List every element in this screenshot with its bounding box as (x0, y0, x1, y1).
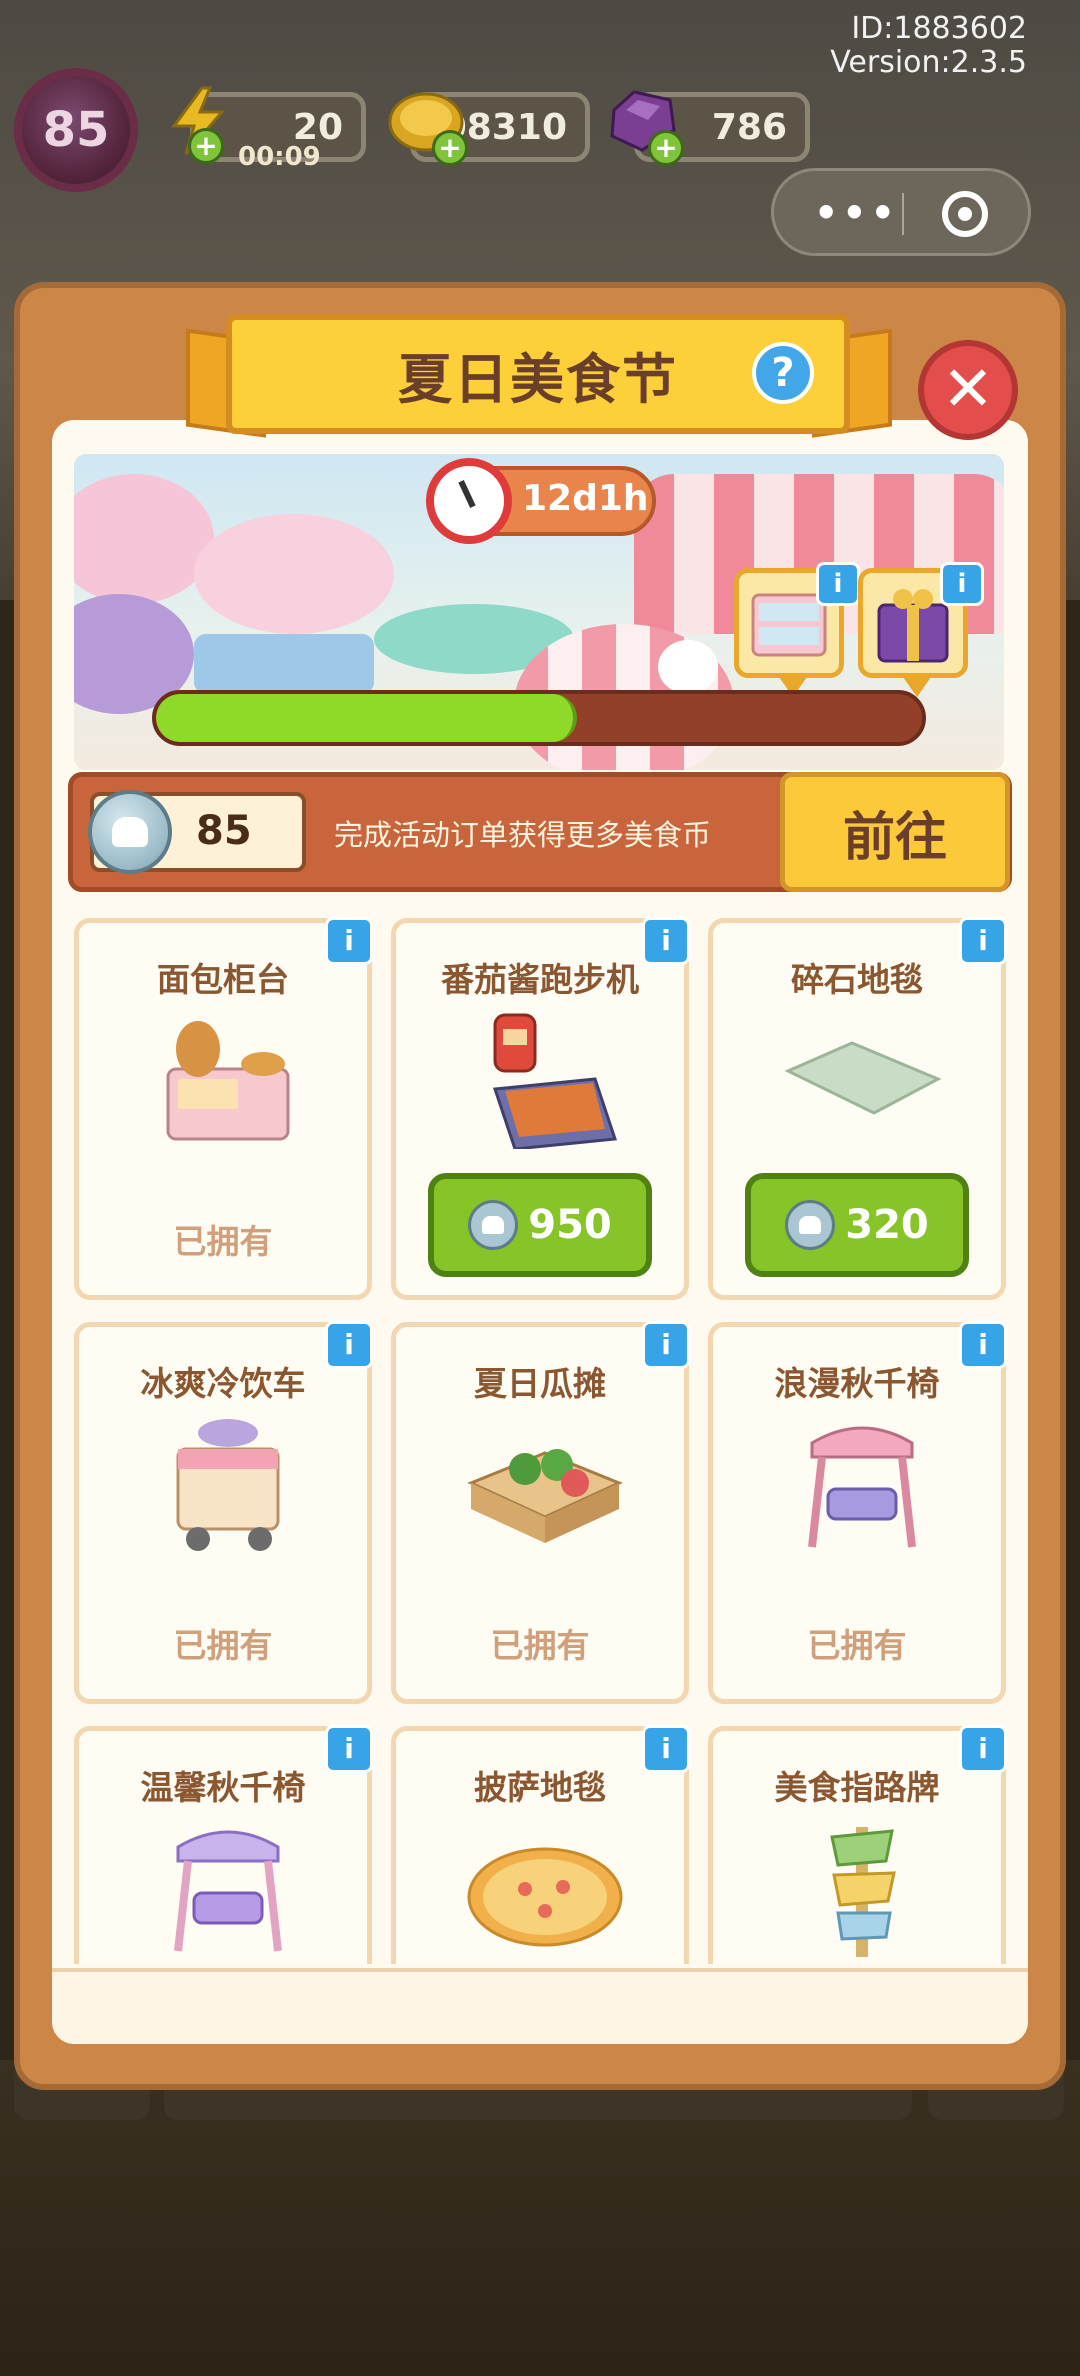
gravel-rug-icon (784, 1041, 942, 1115)
food-coin-hint: 完成活动订单获得更多美食币 (334, 818, 712, 852)
food-coin-icon (785, 1200, 836, 1250)
owned-label: 已拥有 (173, 1626, 273, 1665)
item-card[interactable]: 浪漫秋千椅 已拥有 i (708, 1321, 1007, 1704)
blossom-tree (74, 474, 214, 604)
chef-character (658, 640, 718, 694)
food-coin-icon (88, 790, 172, 874)
item-name: 番茄酱跑步机 (441, 960, 639, 999)
event-time-left: 12d1h (522, 478, 649, 519)
add-energy-button[interactable]: + (188, 128, 224, 164)
reward-info-button[interactable]: i (816, 562, 860, 606)
item-card[interactable]: 夏日瓜摊 已拥有 i (391, 1321, 690, 1704)
bread-counter-icon (166, 1021, 290, 1141)
owned-label: 已拥有 (173, 1222, 273, 1261)
item-name: 浪漫秋千椅 (774, 1364, 940, 1403)
item-name: 冰爽冷饮车 (140, 1364, 306, 1403)
gem-value: 786 (711, 106, 787, 148)
item-price: 320 (845, 1202, 929, 1248)
owned-label: 已拥有 (807, 1626, 907, 1665)
capsule-divider (902, 193, 904, 235)
item-name: 披萨地毯 (474, 1768, 606, 1807)
clock-icon (426, 458, 512, 544)
add-gold-button[interactable]: + (432, 130, 468, 166)
build-info: ID:1883602 Version:2.3.5 (830, 12, 1027, 80)
item-info-button[interactable]: i (959, 917, 1007, 965)
buy-button[interactable]: 320 (745, 1173, 969, 1277)
item-card[interactable]: 面包柜台 已拥有 i (74, 917, 373, 1300)
item-card[interactable]: 冰爽冷饮车 已拥有 i (74, 1321, 373, 1704)
item-info-button[interactable]: i (325, 917, 373, 965)
version-label: Version:2.3.5 (830, 45, 1027, 80)
item-info-button[interactable]: i (642, 1321, 690, 1369)
event-progress-bar (152, 690, 926, 746)
event-progress-fill (156, 694, 578, 742)
item-name: 碎石地毯 (791, 960, 923, 999)
player-level-badge[interactable]: 85 (14, 68, 138, 192)
owned-label: 已拥有 (490, 1626, 590, 1665)
item-card[interactable]: 番茄酱跑步机 950 i (391, 917, 690, 1300)
player-level: 85 (42, 102, 110, 158)
item-grid: 面包柜台 已拥有 i 番茄酱跑步机 950 i 碎石地毯 320 i 冰爽冷饮车… (60, 904, 1020, 1964)
market-stall (194, 634, 374, 694)
item-price: 950 (528, 1202, 612, 1248)
item-info-button[interactable]: i (959, 1725, 1007, 1773)
item-info-button[interactable]: i (325, 1725, 373, 1773)
food-signpost-icon (830, 1827, 896, 1957)
player-id: ID:1883602 (851, 11, 1027, 46)
pizza-rug-icon (467, 1847, 623, 1947)
item-name: 面包柜台 (157, 960, 289, 999)
item-card[interactable]: 温馨秋千椅 i (74, 1725, 373, 1964)
blossom-tree (194, 514, 394, 634)
more-menu-icon[interactable]: ••• (814, 191, 899, 235)
close-miniprogram-icon[interactable] (942, 191, 988, 237)
close-button[interactable]: ✕ (918, 340, 1018, 440)
panel-bottom-edge (52, 1968, 1028, 2044)
energy-timer: 00:09 (238, 142, 321, 172)
gift-info-button[interactable]: i (940, 562, 984, 606)
item-info-button[interactable]: i (642, 917, 690, 965)
help-button[interactable]: ? (752, 342, 814, 404)
item-info-button[interactable]: i (642, 1725, 690, 1773)
add-gems-button[interactable]: + (648, 130, 684, 166)
item-card[interactable]: 披萨地毯 i (391, 1725, 690, 1964)
item-info-button[interactable]: i (325, 1321, 373, 1369)
item-card[interactable]: 美食指路牌 i (708, 1725, 1007, 1964)
drink-cart-icon (176, 1419, 280, 1551)
event-title: 夏日美食节 (398, 347, 678, 411)
pink-swing-icon (808, 1426, 916, 1548)
item-name: 温馨秋千椅 (140, 1768, 306, 1807)
item-name: 美食指路牌 (774, 1768, 940, 1807)
item-card[interactable]: 碎石地毯 320 i (708, 917, 1007, 1300)
item-name: 夏日瓜摊 (474, 1364, 606, 1403)
miniprogram-capsule: ••• (771, 168, 1031, 256)
food-coin-icon (468, 1200, 519, 1250)
ketchup-treadmill-icon (492, 1013, 618, 1149)
buy-button[interactable]: 950 (428, 1173, 652, 1277)
item-info-button[interactable]: i (959, 1321, 1007, 1369)
purple-swing-icon (174, 1830, 282, 1952)
go-button[interactable]: 前往 (780, 772, 1010, 892)
melon-stall-icon (467, 1449, 623, 1543)
food-coin-amount: 85 (196, 808, 252, 854)
